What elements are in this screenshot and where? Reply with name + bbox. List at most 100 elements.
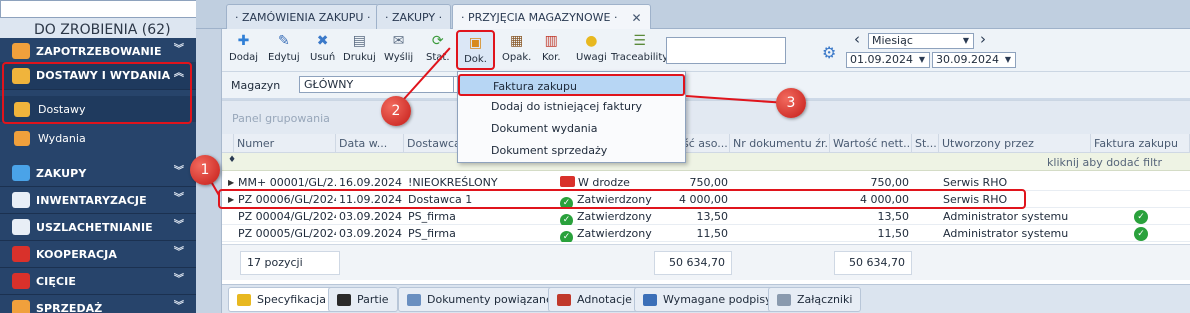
grid-header-utworzony[interactable]: Utworzony przez xyxy=(939,134,1091,153)
notes-button[interactable]: ● Uwagi xyxy=(576,33,607,69)
sidebar-header: DO ZROBIENIA (62) xyxy=(0,0,196,38)
sidebar-item-inwentaryzacje[interactable]: INWENTARYZACJE ︾ xyxy=(0,187,196,214)
delete-button[interactable]: ✖ Usuń xyxy=(310,33,335,69)
cell-utworzony: Administrator systemu xyxy=(943,227,1069,240)
printer-icon: ▤ xyxy=(352,33,366,49)
group-panel-label: Panel grupowania xyxy=(232,112,330,125)
grid-header-data[interactable]: Data w... xyxy=(336,134,404,153)
refresh-icon: ⟳ xyxy=(431,33,444,49)
chart-icon xyxy=(12,165,30,181)
date-from-select[interactable]: 01.09.2024 ▼ xyxy=(846,52,930,68)
sidebar-item-sprzedaz[interactable]: SPRZEDAŻ ︾ xyxy=(0,295,196,313)
date-to-select[interactable]: 30.09.2024 ▼ xyxy=(932,52,1016,68)
grid-header-wartosc-netto[interactable]: Wartość nett... xyxy=(830,134,912,153)
sidebar-item-ciecie[interactable]: CIĘCIE ︾ xyxy=(0,268,196,295)
table-row[interactable]: PZ 00005/GL/2024 03.09.2024 PS_firma ✓ Za… xyxy=(222,225,1190,242)
check-icon: ✓ xyxy=(560,214,573,225)
grid-header-status[interactable]: St... xyxy=(912,134,939,153)
box-icon: ▦ xyxy=(510,33,524,49)
sidebar-title: DO ZROBIENIA (62) xyxy=(34,22,171,38)
grid-header-nr-dokumentu[interactable]: Nr dokumentu źr... xyxy=(730,134,830,153)
cell-dostawca: PS_firma xyxy=(408,210,456,223)
add-button[interactable]: ✚ Dodaj xyxy=(229,33,258,69)
gear-icon[interactable]: ⚙ xyxy=(822,43,836,62)
cell-numer: MM+ 00001/GL/2... xyxy=(238,176,336,189)
edit-button[interactable]: ✎ Edytuj xyxy=(268,33,300,69)
grid-summary: 17 pozycji 50 634,70 50 634,70 xyxy=(222,244,1190,280)
tab-label: Specyfikacja xyxy=(257,293,326,306)
next-period-button[interactable]: › xyxy=(980,30,986,48)
cell-numer: PZ 00006/GL/2024 xyxy=(238,193,336,206)
chevron-down-icon: ︾ xyxy=(173,166,184,177)
envelope-icon: ✉ xyxy=(392,33,405,49)
table-row[interactable]: PZ 00004/GL/2024 03.09.2024 PS_firma ✓ Za… xyxy=(222,208,1190,225)
period-select[interactable]: Miesiąc ▼ xyxy=(868,33,974,49)
menu-item-dodaj-do-faktury[interactable]: Dodaj do istniejącej faktury xyxy=(458,96,685,118)
packaging-button[interactable]: ▦ Opak. xyxy=(502,33,531,69)
documents-button[interactable]: ▣ Dok. xyxy=(456,30,495,70)
close-icon[interactable]: ✕ xyxy=(632,11,642,25)
sidebar-item-zapotrzebowanie[interactable]: ZAPOTRZEBOWANIE ︾ xyxy=(0,38,196,65)
cell-netto: 750,00 xyxy=(870,176,910,189)
menu-item-dokument-wydania[interactable]: Dokument wydania xyxy=(458,118,685,140)
cell-dostawca: !NIEOKREŚLONY xyxy=(408,176,498,189)
sidebar-item-label: ZAPOTRZEBOWANIE xyxy=(36,44,162,58)
chevron-down-icon: ▼ xyxy=(962,36,969,45)
button-label: Wyślij xyxy=(384,52,414,63)
grid-header-wartosc[interactable]: ść aso... xyxy=(680,134,730,153)
sidebar-item-label: Wydania xyxy=(38,131,86,145)
sidebar-item-kooperacja[interactable]: KOOPERACJA ︾ xyxy=(0,241,196,268)
tab-dokumenty-powiazane[interactable]: Dokumenty powiązane xyxy=(398,287,562,312)
documents-grid: Numer Data w... Dostawca ść aso... Nr do… xyxy=(222,134,1190,284)
check-icon: ✓ xyxy=(560,231,573,242)
toolbar: ✚ Dodaj ✎ Edytuj ✖ Usuń ▤ Drukuj ✉ Wyśli… xyxy=(222,29,1190,72)
warehouse-select[interactable]: GŁÓWNY xyxy=(299,76,454,93)
grid-header-indicator xyxy=(222,134,234,153)
correction-button[interactable]: ▥ Kor. xyxy=(542,33,561,69)
button-label: Uwagi xyxy=(576,52,607,63)
sidebar-item-zakupy[interactable]: ZAKUPY ︾ xyxy=(0,160,196,187)
grid-header-faktura[interactable]: Faktura zakupu xyxy=(1091,134,1190,153)
cell-dostawca: PS_firma xyxy=(408,227,456,240)
summary-count: 17 pozycji xyxy=(240,251,340,275)
button-label: Kor. xyxy=(542,52,561,63)
status-text: W drodze xyxy=(578,176,630,189)
send-button[interactable]: ✉ Wyślij xyxy=(384,33,413,69)
sidebar-item-dostawy-i-wydania[interactable]: DOSTAWY I WYDANIA ︽ xyxy=(0,62,196,90)
sidebar-search-input[interactable] xyxy=(0,0,196,18)
traceability-button[interactable]: ☰ Traceability xyxy=(611,33,668,69)
tab-przyjecia-magazynowe[interactable]: · PRZYJĘCIA MAGAZYNOWE · ✕ xyxy=(452,4,651,30)
sidebar-item-label: ZAKUPY xyxy=(36,166,87,180)
database-icon xyxy=(12,43,30,59)
annotation-badge-3: 3 xyxy=(776,88,806,118)
menu-item-faktura-zakupu[interactable]: Faktura zakupu xyxy=(458,74,685,96)
tab-wymagane-podpisy[interactable]: Wymagane podpisy xyxy=(634,287,781,312)
table-row[interactable]: ▶ MM+ 00001/GL/2... 16.09.2024 !NIEOKREŚ… xyxy=(222,174,1190,191)
grid-header-numer[interactable]: Numer xyxy=(234,134,336,153)
sidebar-item-wydania[interactable]: Wydania xyxy=(0,125,196,151)
group-panel[interactable]: Panel grupowania xyxy=(222,100,1190,134)
tab-specyfikacja[interactable]: Specyfikacja xyxy=(228,287,335,312)
summary-sum-netto: 50 634,70 xyxy=(834,251,912,275)
table-row[interactable]: ▶ PZ 00006/GL/2024 11.09.2024 Dostawca 1… xyxy=(222,191,1190,208)
sidebar-item-uszlachetnianie[interactable]: USZLACHETNIANIE ︾ xyxy=(0,214,196,241)
tab-adnotacje[interactable]: Adnotacje xyxy=(548,287,641,312)
tab-partie[interactable]: Partie xyxy=(328,287,398,312)
filter-row[interactable]: ♦ kliknij aby dodać filtr xyxy=(222,153,1190,171)
cell-utworzony: Administrator systemu xyxy=(943,210,1069,223)
menu-item-dokument-sprzedazy[interactable]: Dokument sprzedaży xyxy=(458,140,685,162)
toolbar-search-input[interactable] xyxy=(666,37,786,64)
tab-zakupy[interactable]: · ZAKUPY · xyxy=(376,4,452,29)
warehouse-row: Magazyn GŁÓWNY xyxy=(222,72,1190,98)
sidebar-item-label: USZLACHETNIANIE xyxy=(36,220,153,234)
print-button[interactable]: ▤ Drukuj xyxy=(343,33,376,69)
tab-label: Wymagane podpisy xyxy=(663,293,772,306)
pin-icon: ♦ xyxy=(228,155,237,165)
tab-zalaczniki[interactable]: Załączniki xyxy=(768,287,862,312)
document-icon: ▣ xyxy=(468,35,483,51)
prev-period-button[interactable]: ‹ xyxy=(854,30,860,48)
tab-zamowienia-zakupu[interactable]: · ZAMÓWIENIA ZAKUPU · xyxy=(226,4,380,29)
sidebar-item-dostawy[interactable]: Dostawy xyxy=(0,96,196,122)
sidebar-item-label: DOSTAWY I WYDANIA xyxy=(36,69,171,82)
chevron-down-icon: ︾ xyxy=(173,247,184,258)
